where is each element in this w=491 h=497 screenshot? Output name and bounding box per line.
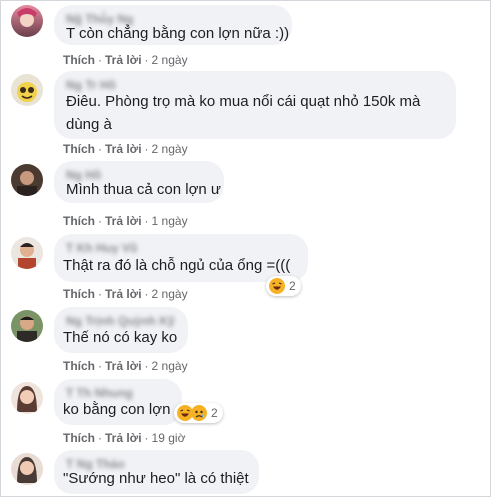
comment-author[interactable]: T Kh Huy Vũ xyxy=(66,242,296,254)
comment-actions: Thích · Trả lời · 2 ngày xyxy=(63,359,188,373)
avatar[interactable] xyxy=(11,382,43,414)
comment-text: T còn chẳng bằng con lợn nữa :)) xyxy=(66,25,290,42)
comment-time[interactable]: 2 ngày xyxy=(152,287,188,301)
reactions-summary[interactable]: 2 xyxy=(266,276,301,296)
comment-actions: Thích · Trả lời · 1 ngày xyxy=(63,214,188,228)
like-link[interactable]: Thích xyxy=(63,214,95,228)
comment-time[interactable]: 2 ngày xyxy=(152,359,188,373)
reply-link[interactable]: Trả lời xyxy=(105,287,142,301)
comment-actions: Thích · Trả lời · 2 ngày xyxy=(63,142,188,156)
reactions-summary[interactable]: 2 xyxy=(174,403,223,423)
like-link[interactable]: Thích xyxy=(63,431,95,445)
avatar[interactable] xyxy=(11,237,43,269)
avatar[interactable] xyxy=(11,74,43,106)
sad-icon xyxy=(191,405,207,421)
avatar[interactable] xyxy=(11,164,43,196)
reply-link[interactable]: Trả lời xyxy=(105,431,142,445)
avatar[interactable] xyxy=(11,310,43,342)
reply-link[interactable]: Trả lời xyxy=(105,214,142,228)
comment-actions: Thích · Trả lời · 2 ngày xyxy=(63,287,188,301)
comment-text: Thế nó có kay ko xyxy=(63,329,178,346)
reply-link[interactable]: Trả lời xyxy=(105,359,142,373)
like-link[interactable]: Thích xyxy=(63,359,95,373)
comment-actions: Thích · Trả lời · 2 ngày xyxy=(63,53,188,67)
reply-link[interactable]: Trả lời xyxy=(105,142,142,156)
comment-author[interactable]: Ng Trịnh Quỳnh Kỹ xyxy=(66,315,176,327)
haha-icon xyxy=(269,278,285,294)
avatar[interactable] xyxy=(11,5,43,37)
comment-time[interactable]: 1 ngày xyxy=(152,214,188,228)
like-link[interactable]: Thích xyxy=(63,287,95,301)
avatar[interactable] xyxy=(11,453,43,485)
like-link[interactable]: Thích xyxy=(63,142,95,156)
reaction-count: 2 xyxy=(211,406,218,420)
comment-text: "Sướng như heo" là có thiệt xyxy=(63,470,249,487)
like-link[interactable]: Thích xyxy=(63,53,95,67)
comment-text: Điêu. Phòng trọ mà ko mua nổi cái quạt n… xyxy=(66,93,421,133)
comment-text: Thật ra đó là chỗ ngủ của ổng =((( xyxy=(63,257,291,274)
comment-author[interactable]: T Th Nhung xyxy=(66,387,170,399)
reaction-count: 2 xyxy=(289,279,296,293)
comment-text: Mình thua cả con lợn ư xyxy=(66,181,221,198)
comment-time[interactable]: 2 ngày xyxy=(152,53,188,67)
comment-time[interactable]: 19 giờ xyxy=(152,431,186,445)
comment-actions: Thích · Trả lời · 19 giờ xyxy=(63,431,186,445)
comment-time[interactable]: 2 ngày xyxy=(152,142,188,156)
comment-text: ko bằng con lợn xyxy=(63,401,171,418)
reply-link[interactable]: Trả lời xyxy=(105,53,142,67)
